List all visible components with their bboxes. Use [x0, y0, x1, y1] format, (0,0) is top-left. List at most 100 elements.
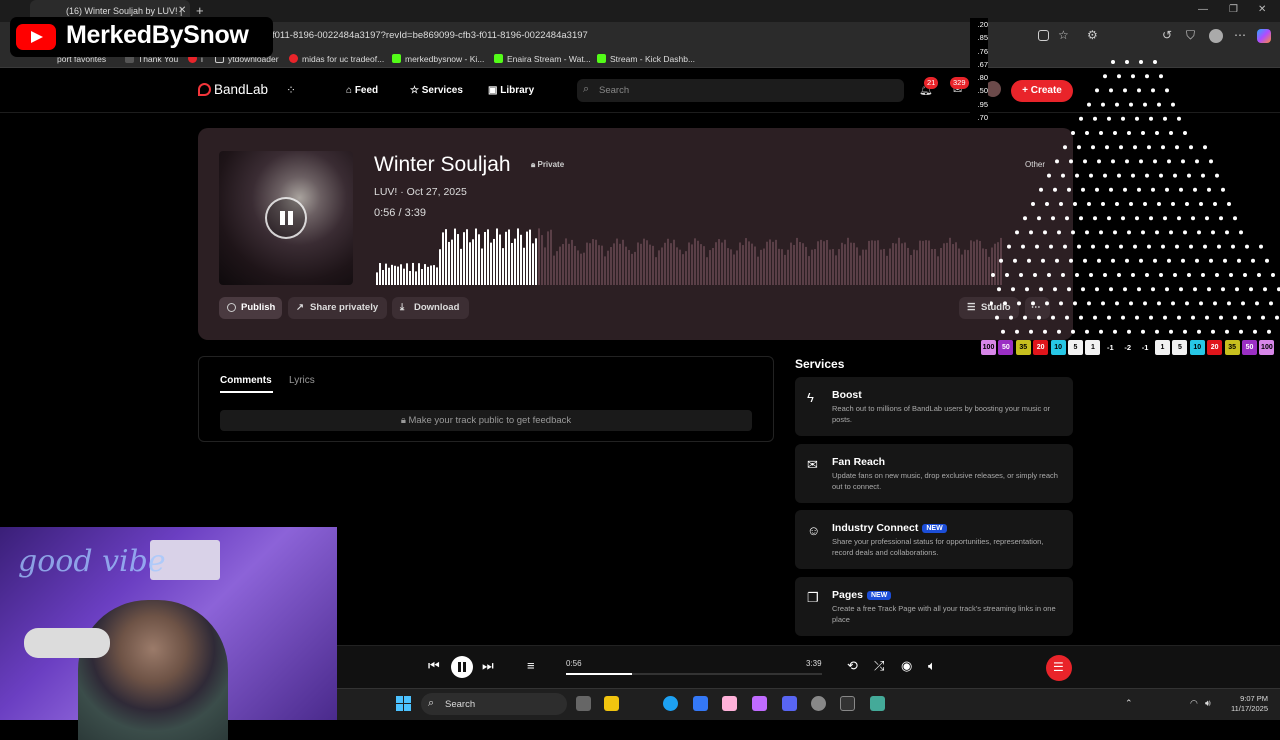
nav-feed[interactable]: ⌂ Feed — [346, 85, 378, 96]
speaker-icon[interactable]: 🔊︎ — [1205, 698, 1211, 709]
waveform-bar — [982, 248, 984, 285]
waveform-bar — [817, 241, 819, 285]
new-tab-icon[interactable]: + — [196, 3, 204, 18]
more-menu-icon[interactable]: ⋯ — [1234, 28, 1246, 42]
volume-icon[interactable]: 🔈︎ — [928, 658, 936, 674]
waveform-bar — [508, 229, 510, 285]
url-text[interactable]: f011-8196-0022484a3197?revId=be869099-cf… — [272, 30, 588, 41]
bookmark-item[interactable]: midas for uc tradeof... — [289, 54, 384, 64]
cast-icon[interactable]: ◉ — [901, 658, 912, 674]
waveform-bar — [967, 250, 969, 285]
waveform-bar — [667, 238, 669, 285]
split-screen-icon[interactable] — [1038, 30, 1049, 41]
waveform-bar — [745, 238, 747, 285]
tab-comments[interactable]: Comments — [220, 375, 272, 386]
share-privately-button[interactable]: ↗ Share privately — [288, 297, 387, 319]
overlay-dot — [1109, 287, 1113, 292]
overlay-dot — [1203, 244, 1207, 249]
copilot-icon[interactable] — [1257, 29, 1271, 43]
next-icon[interactable]: ⏭︎ — [482, 658, 494, 674]
overlay-dot — [1143, 301, 1147, 306]
service-card-industry-connect[interactable]: ☺ Industry Connect NEW Share your profess… — [795, 510, 1073, 569]
waveform-bar — [808, 256, 810, 285]
waveform-bar — [418, 263, 420, 285]
service-card-pages[interactable]: ❐ Pages NEW Create a free Track Page with… — [795, 577, 1073, 636]
maximize-icon[interactable]: ❐ — [1229, 4, 1238, 15]
overlay-dot — [1193, 287, 1197, 292]
close-window-icon[interactable]: ✕ — [1258, 4, 1266, 15]
taskbar-clock[interactable]: 9:07 PM 11/17/2025 — [1220, 694, 1268, 714]
overlay-dot — [1023, 315, 1027, 320]
windows-start-icon[interactable] — [396, 696, 412, 712]
download-button[interactable]: ⤓ Download — [392, 297, 469, 319]
bookmark-item[interactable]: Stream - Kick Dashb... — [597, 54, 695, 64]
waveform-bar — [877, 240, 879, 285]
waveform-bar — [499, 234, 501, 285]
overlay-dot — [1047, 273, 1051, 277]
waveform-bar — [802, 243, 804, 285]
app-icon[interactable] — [722, 696, 737, 711]
player-pause-button[interactable] — [451, 656, 473, 678]
pause-icon[interactable] — [265, 197, 307, 239]
discord-icon[interactable] — [782, 696, 797, 711]
tab-close-icon[interactable]: ✕ — [178, 5, 186, 16]
apps-grid-icon[interactable]: ⁘ — [286, 83, 296, 97]
previous-icon[interactable]: ⏮︎ — [428, 658, 440, 674]
waveform-bar — [772, 241, 774, 285]
queue-list-icon[interactable]: ≡ — [527, 658, 535, 673]
publish-button[interactable]: Publish — [219, 297, 282, 319]
bandlab-logo[interactable]: BandLab — [198, 82, 268, 97]
profile-avatar[interactable] — [1209, 29, 1223, 43]
bookmark-item[interactable]: merkedbysnow - Ki... — [392, 54, 484, 64]
waveform-bar — [496, 228, 498, 285]
progress-bar[interactable] — [566, 673, 822, 675]
tray-chevron-icon[interactable]: ⌃ — [1125, 698, 1133, 709]
overlay-dot — [1181, 258, 1185, 263]
waveform-bar — [928, 240, 930, 285]
overlay-dot — [997, 287, 1001, 292]
star-icon: ☆ — [410, 85, 422, 96]
overlay-dot — [1123, 287, 1127, 292]
score-chip: -2 — [1124, 343, 1132, 352]
overlay-dot — [1169, 230, 1173, 235]
history-icon[interactable]: ↺ — [1162, 28, 1172, 42]
app-icon[interactable] — [811, 696, 826, 711]
waveform-bar — [739, 242, 741, 285]
waveform-bar — [421, 269, 423, 285]
overlay-dot — [1221, 287, 1225, 292]
score-chip: 35 — [1015, 340, 1031, 355]
overlay-dot — [1133, 145, 1137, 150]
file-explorer-icon[interactable] — [604, 696, 619, 711]
bookmark-item[interactable]: Enaira Stream - Wat... — [494, 54, 591, 64]
wifi-icon[interactable]: ◠ — [1190, 698, 1198, 709]
copilot-icon[interactable] — [752, 696, 767, 711]
waveform[interactable] — [376, 222, 1004, 285]
overlay-dot — [1099, 131, 1103, 135]
tab-lyrics[interactable]: Lyrics — [289, 375, 315, 386]
service-card-fan-reach[interactable]: ✉ Fan Reach Update fans on new music, dr… — [795, 444, 1073, 503]
overlay-dot — [1215, 273, 1219, 277]
overlay-dot — [1103, 173, 1107, 178]
overlay-dot — [1155, 131, 1159, 135]
overlay-dot — [1209, 258, 1213, 263]
nav-services[interactable]: ☆ Services — [410, 85, 463, 96]
terminal-icon[interactable] — [840, 696, 855, 711]
edge-icon[interactable] — [663, 696, 678, 711]
service-card-boost[interactable]: ϟ Boost Reach out to millions of BandLab… — [795, 377, 1073, 436]
store-icon[interactable] — [693, 696, 708, 711]
shuffle-icon[interactable]: ⤮ — [874, 658, 884, 674]
overlay-dot — [1099, 230, 1103, 235]
minimize-icon[interactable]: — — [1198, 4, 1208, 15]
waveform-bar — [868, 240, 870, 285]
app-icon[interactable] — [870, 696, 885, 711]
repeat-icon[interactable]: ⟲ — [847, 658, 858, 674]
overlay-dot — [1217, 244, 1221, 249]
nav-library[interactable]: ▣ Library — [488, 85, 534, 96]
taskbar-search[interactable] — [421, 693, 567, 715]
shield-icon[interactable]: ⛉ — [1186, 28, 1195, 43]
task-view-icon[interactable] — [576, 696, 591, 711]
queue-button[interactable] — [1046, 655, 1072, 681]
extension-icon[interactable]: ⚙ — [1087, 28, 1098, 42]
favorite-star-icon[interactable]: ☆ — [1058, 28, 1069, 42]
track-artist-date[interactable]: LUV! · Oct 27, 2025 — [374, 186, 467, 198]
